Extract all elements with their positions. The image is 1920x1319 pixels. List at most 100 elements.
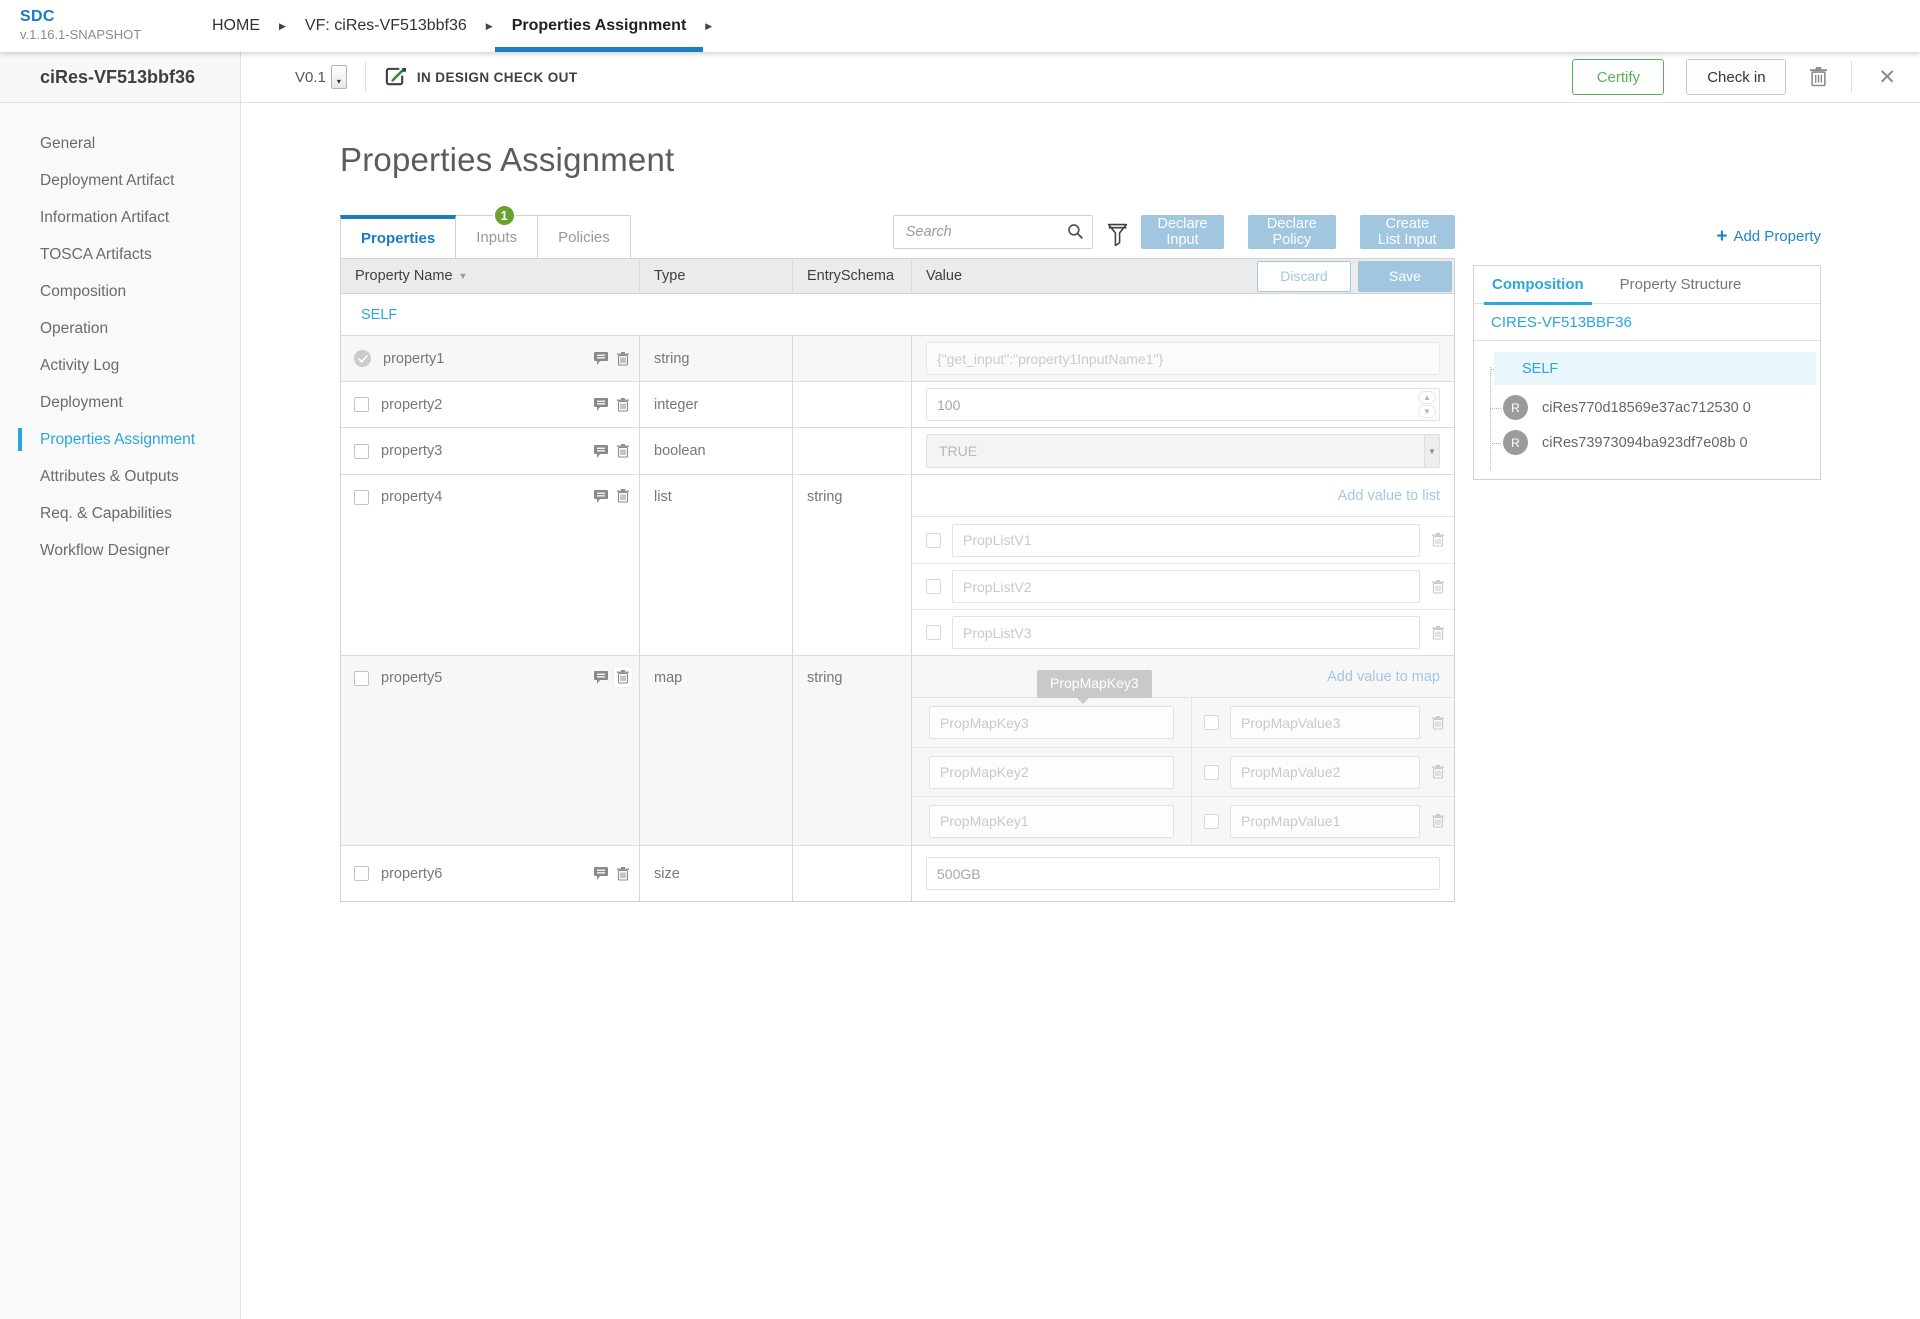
checked-disabled-checkbox[interactable] [354,350,371,367]
col-property-name[interactable]: Property Name ▼ [341,259,640,293]
map-entry-checkbox[interactable] [1204,813,1219,829]
sidebar-item-deployment-artifact[interactable]: Deployment Artifact [0,162,240,199]
map-entry-row [912,796,1454,845]
delete-property-icon[interactable] [617,352,629,366]
active-tab-underline [494,47,704,52]
property1-value-input[interactable] [926,342,1440,375]
delete-list-item-icon[interactable] [1432,533,1444,547]
row-checkbox[interactable] [354,671,369,686]
delete-list-item-icon[interactable] [1432,580,1444,594]
breadcrumb-home[interactable]: HOME [195,0,277,52]
filter-icon[interactable] [1107,223,1128,251]
tree-node-resource[interactable]: R ciRes73973094ba923df7e08b 0 [1490,430,1820,455]
boolean-select[interactable]: TRUE ▼ [926,434,1440,468]
row-checkbox[interactable] [354,866,369,881]
list-item-row [912,563,1454,609]
breadcrumb-vf[interactable]: VF: ciRes-VF513bbf36 [288,0,484,52]
sidebar-item-activity-log[interactable]: Activity Log [0,347,240,384]
save-button[interactable]: Save [1358,260,1452,292]
list-item-input[interactable] [952,570,1420,603]
comment-icon[interactable] [594,867,608,880]
tree-node-resource[interactable]: R ciRes770d18569e37ac712530 0 [1490,395,1820,420]
sidebar-item-workflow-designer[interactable]: Workflow Designer [0,532,240,569]
search-input[interactable] [892,215,1093,249]
delete-property-icon[interactable] [617,867,629,881]
delete-map-entry-icon[interactable] [1432,765,1444,779]
list-item-input[interactable] [952,523,1420,557]
discard-button[interactable]: Discard [1256,260,1351,292]
certify-button[interactable]: Certify [1572,59,1665,95]
row-icons [594,867,629,881]
sdc-logo[interactable]: SDC v.1.16.1-SNAPSHOT [0,0,195,52]
map-value-input[interactable] [1230,706,1420,739]
comment-icon[interactable] [594,352,608,365]
comment-icon[interactable] [594,490,608,503]
list-item-checkbox[interactable] [926,625,941,640]
delete-icon[interactable] [1810,67,1827,87]
breadcrumb-current[interactable]: Properties Assignment [494,0,704,52]
delete-property-icon[interactable] [614,667,632,687]
property2-value-input[interactable] [926,388,1440,421]
map-entry-checkbox[interactable] [1204,715,1219,730]
property-name: property4 [381,489,443,505]
comment-icon[interactable] [594,398,608,411]
row-checkbox[interactable] [354,397,369,412]
declare-input-button[interactable]: Declare Input [1140,215,1225,249]
self-group-link[interactable]: SELF [361,307,397,323]
map-key-input[interactable] [929,755,1174,789]
list-item-checkbox[interactable] [926,579,941,594]
row-checkbox[interactable] [354,443,369,459]
add-property-link[interactable]: + Add Property [1473,215,1821,258]
map-value-input[interactable] [1230,755,1420,789]
sidebar-item-attributes-outputs[interactable]: Attributes & Outputs [0,458,240,495]
composition-root-link[interactable]: CIRES-VF513BBF36 [1491,314,1632,331]
sidebar-item-composition[interactable]: Composition [0,273,240,310]
list-item-checkbox[interactable] [926,532,941,548]
sidebar-item-tosca-artifacts[interactable]: TOSCA Artifacts [0,236,240,273]
property6-value-input[interactable] [926,857,1440,890]
create-list-input-button[interactable]: Create List Input [1359,215,1455,249]
tab-policies[interactable]: Policies [538,215,631,258]
delete-list-item-icon[interactable] [1432,626,1444,640]
sidebar-item-information-artifact[interactable]: Information Artifact [0,199,240,236]
sidebar-item-general[interactable]: General [0,125,240,162]
sidebar-item-deployment[interactable]: Deployment [0,384,240,421]
check-in-button[interactable]: Check in [1686,59,1787,95]
close-icon[interactable]: ✕ [1878,67,1896,88]
map-entry-checkbox[interactable] [1204,764,1219,780]
list-item-input[interactable] [952,616,1420,649]
add-value-to-list-link[interactable]: Add value to list [1338,488,1440,504]
tab-inputs[interactable]: Inputs 1 [456,204,539,258]
property5-name-cell: property5 [341,656,640,845]
stepper-down-icon[interactable]: ▼ [1418,405,1436,418]
sidebar-item-operation[interactable]: Operation [0,310,240,347]
tab-composition[interactable]: Composition [1474,266,1602,305]
delete-map-entry-icon[interactable] [1432,814,1444,828]
tab-property-structure[interactable]: Property Structure [1602,266,1760,303]
map-key-input[interactable] [929,706,1174,739]
delete-property-icon[interactable] [617,444,629,458]
tab-inputs-label: Inputs [476,228,518,246]
sidebar-item-properties-assignment[interactable]: Properties Assignment [0,421,240,458]
search-icon[interactable] [1067,223,1084,245]
sidebar-item-req-capabilities[interactable]: Req. & Capabilities [0,495,240,532]
delete-map-entry-icon[interactable] [1432,716,1444,730]
property-schema [793,336,912,381]
property-name: property5 [381,670,443,686]
map-key-zone [912,698,1192,747]
version-select[interactable]: ▾ [330,65,347,89]
delete-property-icon[interactable] [617,398,629,412]
delete-property-icon[interactable] [617,489,629,503]
stepper-up-icon[interactable]: ▲ [1418,391,1436,404]
declare-policy-button[interactable]: Declare Policy [1248,215,1336,249]
add-value-to-map-link[interactable]: Add value to map [1327,669,1440,685]
tab-properties[interactable]: Properties [340,215,457,258]
comment-icon[interactable] [594,671,608,684]
tree-node-self[interactable]: SELF [1490,352,1816,385]
comment-icon[interactable] [594,445,608,458]
row-checkbox[interactable] [354,490,369,505]
map-key-input[interactable] [929,804,1174,838]
workspace-header: ciRes-VF513bbf36 V0.1 ▾ IN DESIGN CHECK … [0,52,1920,103]
map-value-input[interactable] [1230,804,1420,838]
property3-name-cell: property3 [341,428,640,474]
